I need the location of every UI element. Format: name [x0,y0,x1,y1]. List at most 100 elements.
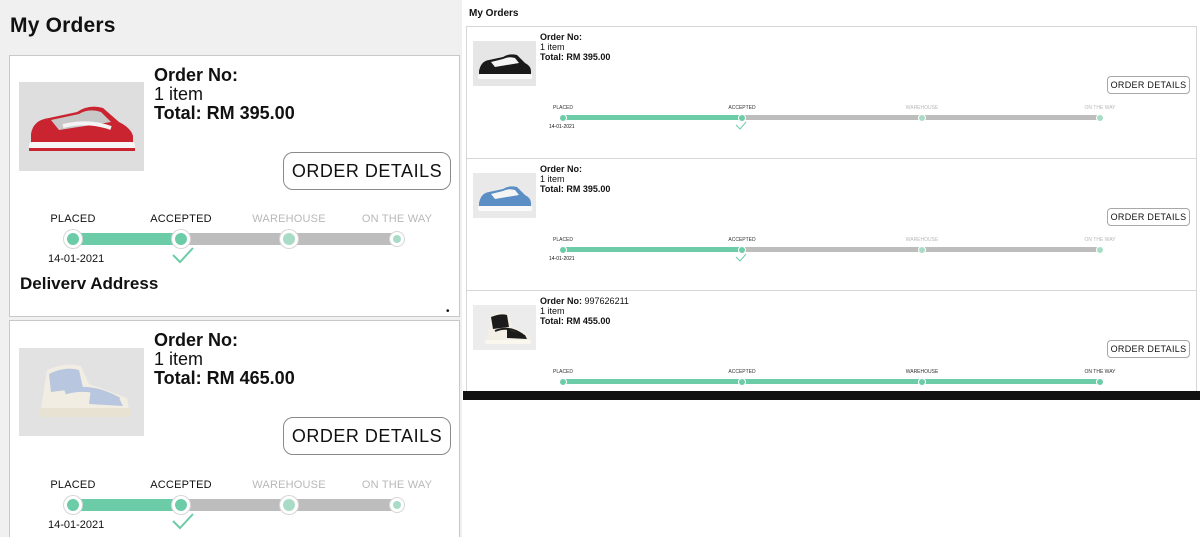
sneaker-icon [473,173,536,218]
order-number-label: Order No: [540,32,583,42]
progress-bar-done [73,499,181,511]
step-label-accepted: ACCEPTED [728,237,756,243]
item-count: 1 item [154,349,204,369]
step-dot-placed [559,378,567,386]
step-dot-accepted [738,378,746,386]
order-summary: Order No: 997626211 1 item Total: RM 455… [540,296,629,326]
order-details-button[interactable]: ORDER DETAILS [1107,208,1190,226]
step-label-placed: PLACED [552,105,574,111]
check-icon [172,513,194,530]
order-card: Order No: 1 item Total: RM 395.00 ORDER … [467,27,1196,159]
check-icon [172,247,194,264]
order-card: Order No: 1 item Total: RM 465.00 ORDER … [9,320,460,537]
step-dot-placed [64,230,82,248]
bottom-bar [463,391,1200,400]
item-count: 1 item [540,306,565,316]
left-orders-page: My Orders Order No: 1 item Total: RM 395… [0,0,462,537]
step-dot-on-the-way [1096,378,1104,386]
step-label-accepted: ACCEPTED [728,369,756,375]
order-date: 14-01-2021 [549,256,575,262]
step-dot-on-the-way [390,498,404,512]
step-label-warehouse: WAREHOUSE [252,213,326,225]
step-label-warehouse: WAREHOUSE [905,369,939,375]
step-dot-on-the-way [1096,246,1104,254]
order-number-value: 997626211 [584,296,629,306]
step-dot-on-the-way [390,232,404,246]
item-count: 1 item [540,174,565,184]
step-label-placed: PLACED [50,213,96,225]
check-icon [735,253,747,262]
order-card: Order No: 997626211 1 item Total: RM 455… [467,291,1196,399]
step-label-placed: PLACED [50,479,96,491]
order-number-label: Order No: [540,164,583,174]
order-total: Total: RM 395.00 [540,184,611,194]
order-total: Total: RM 395.00 [154,103,295,123]
order-details-button[interactable]: ORDER DETAILS [283,152,451,190]
order-details-button[interactable]: ORDER DETAILS [1107,340,1190,358]
product-image [473,173,536,218]
order-summary: Order No: 1 item Total: RM 465.00 [154,331,295,388]
page-title: My Orders [10,14,116,37]
order-number-label: Order No: [540,296,583,306]
progress-bar-done [563,379,1102,384]
step-label-warehouse: WAREHOUSE [905,237,939,243]
step-label-accepted: ACCEPTED [150,479,212,491]
step-label-accepted: ACCEPTED [150,213,212,225]
check-icon [735,121,747,130]
step-dot-on-the-way [1096,114,1104,122]
order-total: Total: RM 465.00 [154,368,295,388]
order-date: 14-01-2021 [549,124,575,130]
stray-dot: • [446,306,450,317]
step-label-on-the-way: ON THE WAY [1084,369,1116,375]
order-number-label: Order No: [154,65,239,85]
page-title: My Orders [469,8,519,19]
step-label-placed: PLACED [552,237,574,243]
order-card: Order No: 1 item Total: RM 395.00 ORDER … [9,55,460,317]
product-image [19,82,144,171]
step-label-on-the-way: ON THE WAY [361,479,433,491]
order-summary: Order No: 1 item Total: RM 395.00 [540,32,610,62]
step-label-warehouse: WAREHOUSE [905,105,939,111]
order-total: Total: RM 395.00 [540,52,611,62]
delivery-address-heading: Deliverv Address [20,274,159,293]
order-progress-tracker: PLACED ACCEPTED WAREHOUSE ON THE WAY 14-… [10,474,461,537]
order-details-button[interactable]: ORDER DETAILS [283,417,451,455]
step-label-on-the-way: ON THE WAY [361,213,433,225]
item-count: 1 item [154,84,204,104]
step-label-warehouse: WAREHOUSE [252,479,326,491]
sneaker-icon [473,305,536,350]
step-dot-warehouse [918,114,926,122]
order-progress-tracker: PLACED ACCEPTED WAREHOUSE ON THE WAY 14-… [467,237,1196,267]
screenshot-stage: My Orders Order No: 1 item Total: RM 395… [0,0,1200,537]
product-image [473,305,536,350]
order-number-label: Order No: [154,330,239,350]
progress-bar-done [563,115,742,120]
order-details-button[interactable]: ORDER DETAILS [1107,76,1190,94]
right-orders-page: Order No: 1 item Total: RM 395.00 ORDER … [466,26,1197,400]
step-label-placed: PLACED [552,369,574,375]
step-dot-placed [559,114,567,122]
step-dot-warehouse [918,378,926,386]
step-dot-warehouse [280,230,298,248]
item-count: 1 item [540,42,565,52]
order-progress-tracker: PLACED ACCEPTED WAREHOUSE ON THE WAY 14-… [10,208,461,278]
order-progress-tracker: PLACED ACCEPTED WAREHOUSE ON THE WAY 14-… [467,105,1196,135]
sneaker-icon [473,41,536,86]
step-dot-placed [64,496,82,514]
product-image [473,41,536,86]
order-summary: Order No: 1 item Total: RM 395.00 [540,164,610,194]
order-date: 14-01-2021 [48,253,105,265]
sneaker-icon [19,82,144,171]
progress-bar-done [563,247,742,252]
sneaker-icon [19,348,144,436]
product-image [19,348,144,436]
step-dot-warehouse [280,496,298,514]
step-label-on-the-way: ON THE WAY [1084,105,1116,111]
step-dot-warehouse [918,246,926,254]
order-card: Order No: 1 item Total: RM 395.00 ORDER … [467,159,1196,291]
step-label-accepted: ACCEPTED [728,105,756,111]
order-total: Total: RM 455.00 [540,316,611,326]
order-date: 14-01-2021 [48,519,105,531]
order-summary: Order No: 1 item Total: RM 395.00 [154,66,295,123]
step-dot-placed [559,246,567,254]
